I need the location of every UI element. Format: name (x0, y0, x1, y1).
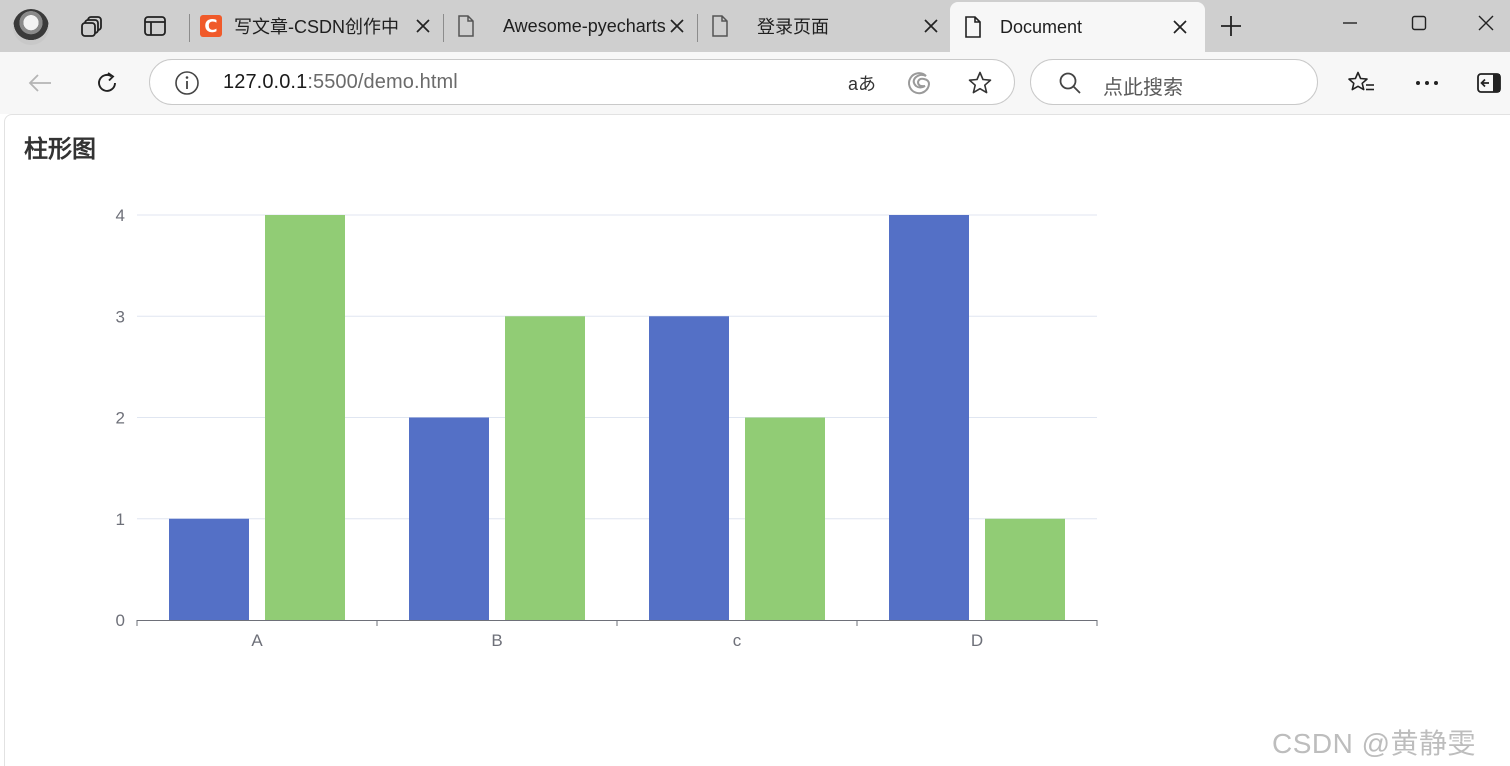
bar (889, 215, 969, 620)
x-tick-label: D (971, 631, 983, 650)
y-tick-label: 3 (116, 307, 125, 326)
y-tick-label: 4 (116, 206, 125, 225)
bar (409, 417, 489, 620)
y-tick-label: 2 (116, 409, 125, 428)
bar (985, 518, 1065, 620)
bar (265, 215, 345, 620)
y-tick-label: 1 (116, 510, 125, 529)
bar (505, 316, 585, 620)
bar-chart: 0 1 2 3 4 A Bc D (116, 206, 1098, 650)
x-tick-label: B (491, 631, 502, 650)
watermark: CSDN @黄静雯 (1272, 728, 1477, 759)
y-tick-label: 0 (116, 611, 125, 630)
x-tick-label: A (251, 631, 263, 650)
x-tick-label: c (733, 631, 742, 650)
bar (745, 417, 825, 620)
bar (649, 316, 729, 620)
bar (169, 518, 249, 620)
